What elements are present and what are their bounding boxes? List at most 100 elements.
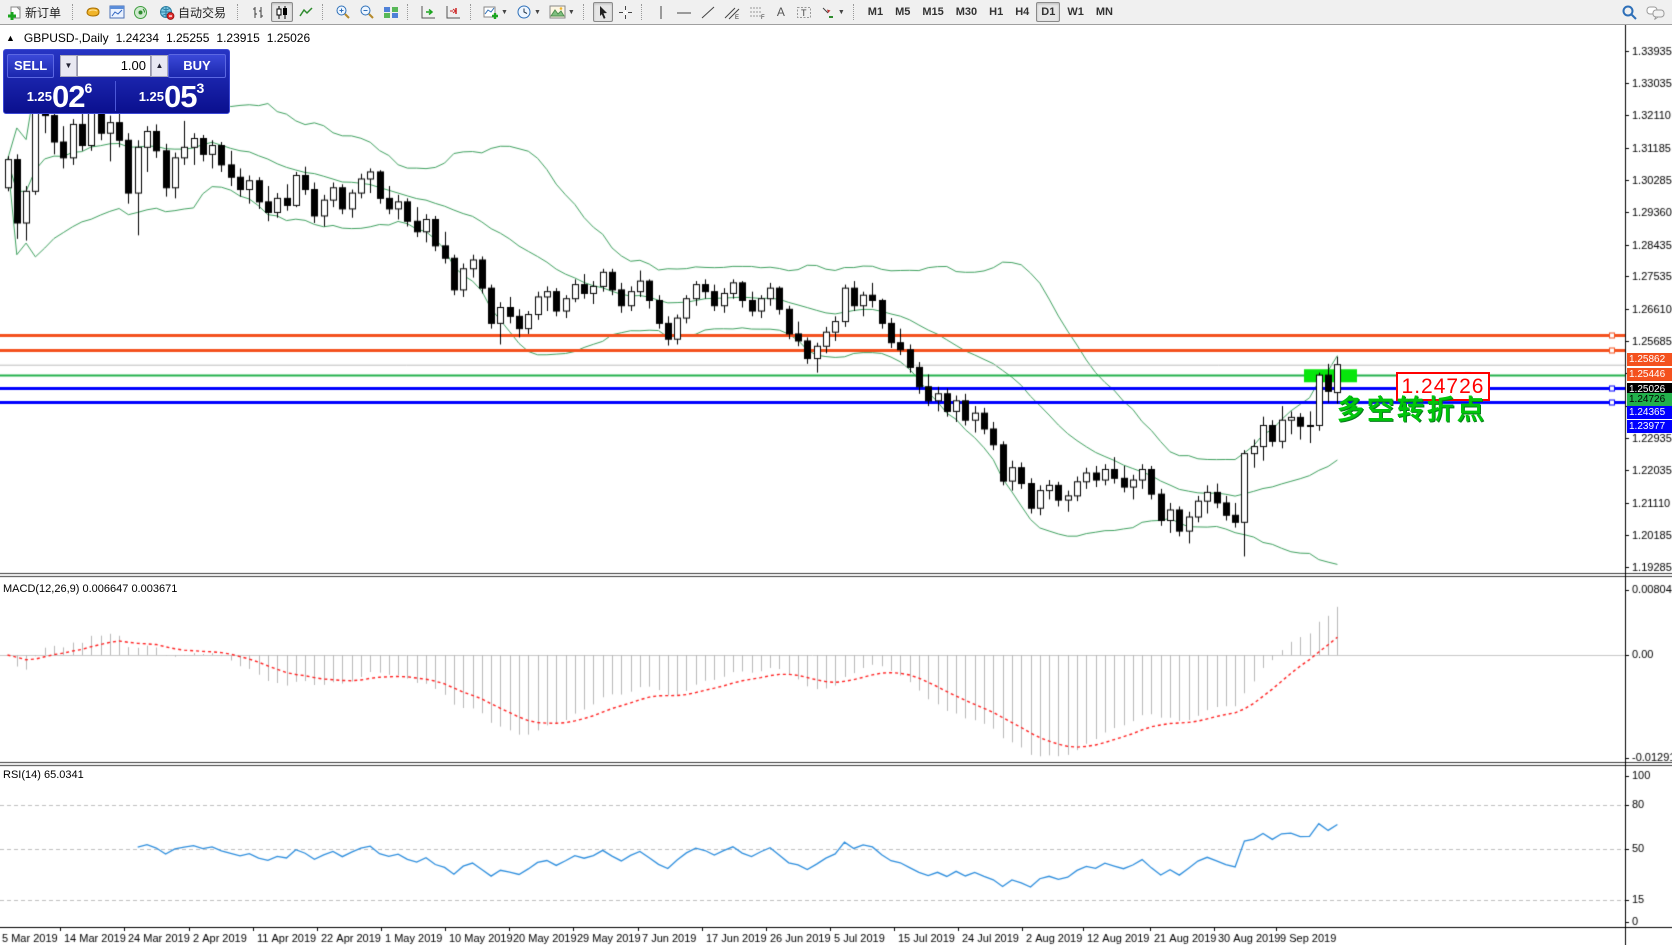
- horizontal-line-tool-button[interactable]: [673, 2, 695, 22]
- new-order-icon: [7, 5, 22, 20]
- templates-button[interactable]: ▼: [546, 2, 578, 22]
- search-button[interactable]: [1618, 2, 1641, 22]
- tab-timeframe-m1[interactable]: M1: [863, 2, 888, 22]
- scroll-to-end-icon: [420, 5, 437, 20]
- crosshair-icon: [618, 5, 633, 20]
- zoom-out-button[interactable]: [356, 2, 378, 22]
- chat-button[interactable]: [1643, 2, 1668, 22]
- rsi-value: 65.0341: [44, 769, 84, 781]
- sell-price-big: 02: [52, 79, 84, 114]
- candlestick-mode-button[interactable]: [271, 2, 293, 22]
- horizontal-line-icon: [676, 5, 692, 20]
- volume-stepper: ▼ ▲: [60, 55, 168, 77]
- crosshair-tool-button[interactable]: [615, 2, 636, 22]
- new-order-button[interactable]: 新订单: [1, 2, 67, 22]
- periods-button[interactable]: ▼: [513, 2, 544, 22]
- toolbar-separator: [72, 4, 77, 20]
- zoom-in-button[interactable]: [332, 2, 354, 22]
- tab-timeframe-d1[interactable]: D1: [1036, 2, 1060, 22]
- chart-shift-button[interactable]: [442, 2, 465, 22]
- volume-increase-button[interactable]: ▲: [151, 55, 168, 77]
- sell-button[interactable]: SELL: [7, 54, 54, 78]
- price-tag-support-lower[interactable]: 1.23977: [1627, 420, 1672, 433]
- autotrading-label: 自动交易: [178, 4, 226, 21]
- tile-windows-button[interactable]: [380, 2, 402, 22]
- cursor-icon: [596, 5, 610, 20]
- autotrading-button[interactable]: 自动交易: [153, 2, 232, 22]
- vertical-line-tool-button[interactable]: [651, 2, 671, 22]
- price-tag-pivot-green[interactable]: 1.24726: [1627, 393, 1672, 406]
- channel-icon: E: [724, 5, 741, 20]
- price-tag-resistance-upper[interactable]: 1.25862: [1627, 353, 1672, 366]
- buy-price-pip: 3: [197, 80, 205, 96]
- price-chart-canvas[interactable]: [0, 25, 1672, 945]
- chart-window: ▲ GBPUSD-,Daily 1.24234 1.25255 1.23915 …: [0, 25, 1672, 945]
- candlestick-icon: [274, 5, 290, 20]
- arrows-tool-icon: [820, 5, 836, 20]
- equidistant-channel-tool-button[interactable]: E: [721, 2, 744, 22]
- text-tool-button[interactable]: A: [771, 2, 791, 22]
- buy-price-prefix: 1.25: [139, 89, 164, 104]
- line-chart-icon: [298, 5, 314, 20]
- tab-timeframe-m30[interactable]: M30: [951, 2, 982, 22]
- chart-title-row: ▲ GBPUSD-,Daily 1.24234 1.25255 1.23915 …: [6, 31, 310, 45]
- tab-timeframe-m5[interactable]: M5: [890, 2, 915, 22]
- sell-price-prefix: 1.25: [27, 89, 52, 104]
- tab-timeframe-h4[interactable]: H4: [1010, 2, 1034, 22]
- chart-shift-icon: [445, 5, 462, 20]
- chart-symbol-title: GBPUSD-,Daily: [24, 31, 109, 45]
- clock-icon: [516, 4, 532, 20]
- rsi-indicator-name: RSI(14): [3, 769, 41, 781]
- volume-decrease-button[interactable]: ▼: [60, 55, 77, 77]
- buy-price[interactable]: 1.25053: [116, 79, 227, 113]
- indicators-button[interactable]: ▼: [480, 2, 511, 22]
- sell-price[interactable]: 1.25026: [4, 79, 115, 113]
- macd-indicator-name: MACD(12,26,9): [3, 583, 79, 595]
- toolbar-separator: [641, 4, 646, 20]
- dropdown-arrow-icon: ▼: [568, 9, 575, 16]
- macd-signal-value: 0.003671: [131, 583, 177, 595]
- text-tool-icon: A: [777, 5, 785, 19]
- svg-text:T: T: [801, 8, 807, 18]
- autotrading-icon: [159, 5, 175, 20]
- tab-timeframe-h1[interactable]: H1: [984, 2, 1008, 22]
- trendline-icon: [700, 5, 716, 20]
- rsi-label-row: RSI(14) 65.0341: [3, 769, 84, 781]
- cursor-tool-button[interactable]: [593, 2, 613, 22]
- ohlc-close: 1.25026: [267, 31, 310, 45]
- quotes-button[interactable]: [82, 2, 104, 22]
- price-tag-resistance-lower[interactable]: 1.25446: [1627, 368, 1672, 381]
- tile-windows-icon: [383, 5, 399, 20]
- tab-timeframe-w1[interactable]: W1: [1062, 2, 1089, 22]
- buy-price-big: 05: [164, 79, 196, 114]
- sell-price-pip: 6: [85, 80, 93, 96]
- ohlc-high: 1.25255: [166, 31, 209, 45]
- line-chart-mode-button[interactable]: [295, 2, 317, 22]
- signals-button[interactable]: [130, 2, 151, 22]
- volume-input[interactable]: [77, 55, 151, 77]
- indicators-icon: [483, 5, 499, 20]
- toolbar-separator: [407, 4, 412, 20]
- scroll-to-end-button[interactable]: [417, 2, 440, 22]
- bar-chart-mode-button[interactable]: [247, 2, 269, 22]
- tab-timeframe-mn[interactable]: MN: [1091, 2, 1118, 22]
- chart-window-icon: [109, 5, 125, 19]
- quotes-icon: [85, 5, 101, 19]
- macd-label-row: MACD(12,26,9) 0.006647 0.003671: [3, 583, 177, 595]
- trendline-tool-button[interactable]: [697, 2, 719, 22]
- arrows-tool-button[interactable]: ▼: [817, 2, 848, 22]
- price-tag-support-upper[interactable]: 1.24365: [1627, 406, 1672, 419]
- tab-timeframe-m15[interactable]: M15: [917, 2, 948, 22]
- fibonacci-tool-button[interactable]: F: [746, 2, 769, 22]
- one-click-trading-panel: SELL ▼ ▲ BUY 1.25026 1.25053: [3, 49, 230, 114]
- text-label-tool-button[interactable]: T: [793, 2, 815, 22]
- pivot-note-text[interactable]: 多空转折点: [1337, 388, 1487, 427]
- main-toolbar: 新订单 自动交易 ▼ ▼: [0, 0, 1672, 25]
- chart-window-button[interactable]: [106, 2, 128, 22]
- toolbar-separator: [470, 4, 475, 20]
- dropdown-arrow-icon: ▼: [501, 9, 508, 16]
- new-order-label: 新订单: [25, 4, 61, 21]
- one-click-collapse-arrow[interactable]: ▲: [6, 33, 15, 43]
- buy-button[interactable]: BUY: [168, 54, 226, 78]
- dropdown-arrow-icon: ▼: [838, 9, 845, 16]
